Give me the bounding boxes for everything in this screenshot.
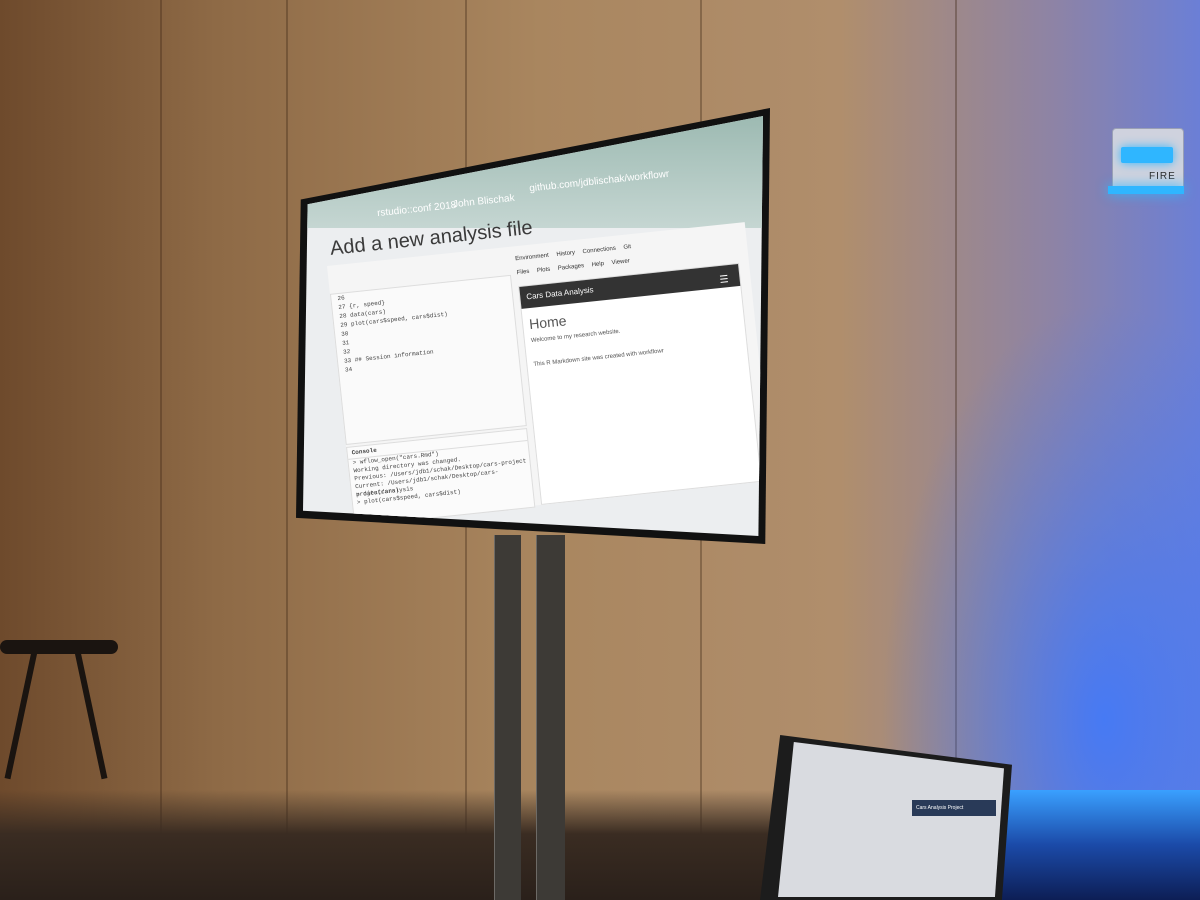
slide-header: rstudio::conf 2018 John Blischak github.… [303,116,763,228]
tab-viewer: Viewer [611,258,631,267]
conference-name: rstudio::conf 2018 [376,199,457,220]
viewer-pane: Cars Data Analysis ☰ Home Welcome to my … [518,262,762,505]
tab-git: Git [623,244,632,251]
alarm-strobe-icon [1121,147,1173,163]
workflowr-credit: This R Markdown site was created with wo… [533,348,665,368]
rstudio-ide: 26 27 {r, speed} 28 data(cars) 29 plot(c… [327,222,763,527]
wall-seam [286,0,288,900]
table-leg [74,650,108,780]
blue-lit-floor [980,790,1200,900]
tab-help: Help [591,261,605,269]
navbar-title: Cars Data Analysis [525,285,595,302]
tab-plots: Plots [536,266,551,275]
tab-packages: Packages [557,263,585,272]
wall-seam [160,0,162,900]
stand-pole [536,535,565,900]
side-table [0,640,118,654]
monitor-screen: rstudio::conf 2018 John Blischak github.… [303,116,763,536]
laptop-panel-title: Cars Analysis Project [912,800,996,816]
tab-files: Files [516,268,530,277]
fire-alarm: FIRE [1112,128,1184,192]
laptop-screen [778,742,1004,897]
table-leg [4,650,38,780]
code-editor: 26 27 {r, speed} 28 data(cars) 29 plot(c… [329,274,527,446]
stand-pole [494,535,521,900]
alarm-light-bar [1108,186,1184,194]
repo-url: github.com/jdblischak/workflowr [528,168,670,195]
presenter-name: John Blischak [452,192,516,211]
tab-environment: Environment [515,252,550,263]
hamburger-menu-icon: ☰ [719,274,730,287]
tab-connections: Connections [582,245,617,256]
console-pane: Console > wflow_open("cars.Rmd") Working… [346,427,536,527]
alarm-label: FIRE [1149,171,1176,182]
tab-history: History [556,250,576,258]
